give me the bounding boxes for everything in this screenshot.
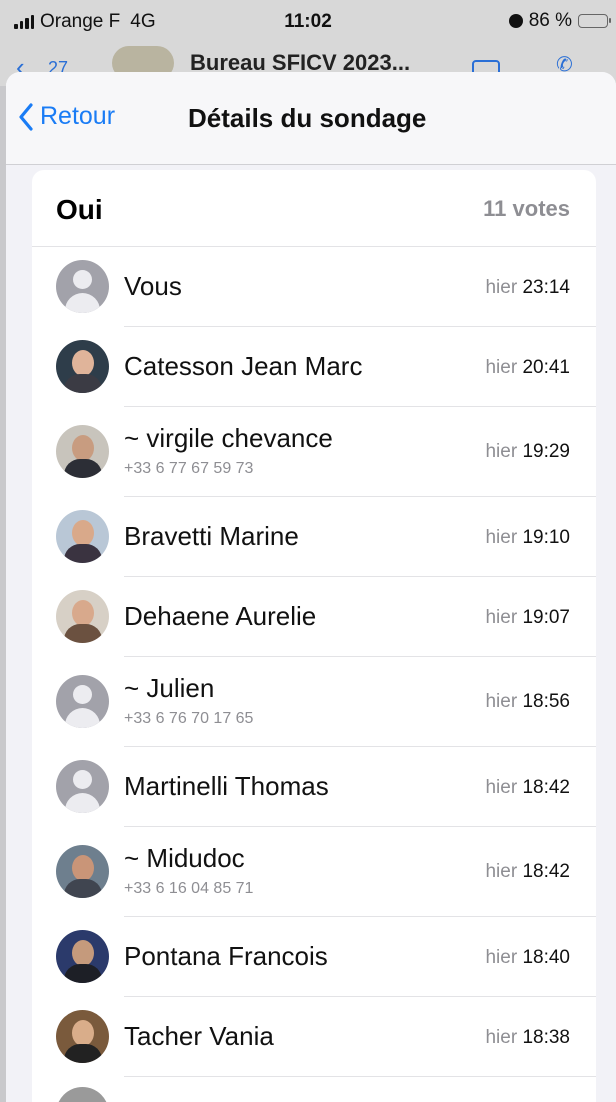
voter-row[interactable]: Catesson Jean Marc hier 20:41 [32, 327, 596, 407]
alarm-icon [508, 14, 523, 28]
voter-name: Vous [124, 271, 182, 301]
vote-day: hier [485, 861, 518, 882]
battery-icon [578, 14, 611, 28]
voter-name: ~ Julien [124, 673, 215, 703]
vote-day: hier [485, 277, 518, 298]
vote-time: hier 20:41 [485, 357, 570, 379]
vote-hour: 19:29 [522, 441, 570, 462]
avatar [56, 845, 109, 898]
vote-day: hier [485, 441, 518, 462]
poll-option-card: Oui 11 votes Vous hier 23:14 Catesson Je… [32, 170, 596, 1102]
avatar [56, 425, 109, 478]
avatar [56, 510, 109, 563]
chevron-left-icon [19, 102, 33, 131]
avatar [56, 340, 109, 393]
voter-phone: +33 6 77 67 59 73 [124, 460, 254, 477]
vote-hour: 18:42 [522, 777, 570, 798]
voter-phone: +33 6 16 04 85 71 [124, 880, 254, 897]
option-header: Oui 11 votes [32, 170, 596, 247]
voter-name: Pontana Francois [124, 941, 328, 971]
avatar-placeholder-icon [56, 675, 109, 728]
vote-hour: 23:14 [522, 277, 570, 298]
voter-name: Martinelli Thomas [124, 771, 329, 801]
voter-row[interactable]: Dehaene Aurelie hier 19:07 [32, 577, 596, 657]
vote-hour: 18:42 [522, 861, 570, 882]
avatar [56, 1087, 109, 1102]
vote-day: hier [485, 357, 518, 378]
vote-hour: 19:07 [522, 607, 570, 628]
avatar [56, 930, 109, 983]
voter-phone: +33 6 76 70 17 65 [124, 710, 254, 727]
voter-row[interactable]: Martinelli Thomas hier 18:42 [32, 747, 596, 827]
avatar [56, 590, 109, 643]
vote-day: hier [485, 777, 518, 798]
voter-row[interactable]: ~ virgile chevance +33 6 77 67 59 73 hie… [32, 407, 596, 497]
avatar-placeholder-icon [56, 760, 109, 813]
vote-time: hier 18:56 [485, 691, 570, 713]
voter-row[interactable]: Vous hier 23:14 [32, 247, 596, 327]
vote-time: hier 19:07 [485, 607, 570, 629]
vote-hour: 18:56 [522, 691, 570, 712]
vote-hour: 20:41 [522, 357, 570, 378]
avatar [56, 1010, 109, 1063]
voter-name: Catesson Jean Marc [124, 351, 363, 381]
battery-percent: 86 % [528, 10, 572, 31]
nav-bar: Retour Détails du sondage [6, 72, 616, 165]
voter-name: Bravetti Marine [124, 521, 299, 551]
back-label: Retour [40, 102, 116, 130]
vote-day: hier [485, 607, 518, 628]
vote-hour: 18:40 [522, 947, 570, 968]
vote-day: hier [485, 947, 518, 968]
voter-name: Tacher Vania [124, 1021, 274, 1051]
voter-row[interactable]: ~ Julien +33 6 76 70 17 65 hier 18:56 [32, 657, 596, 747]
vote-day: hier [485, 527, 518, 548]
back-button[interactable]: Retour [18, 102, 115, 131]
status-right: 86 % [508, 10, 611, 32]
vote-count: 11 votes [483, 196, 570, 221]
vote-hour: 19:10 [522, 527, 570, 548]
vote-time: hier 18:38 [485, 1027, 570, 1049]
voter-row[interactable]: ~ Midudoc +33 6 16 04 85 71 hier 18:42 [32, 827, 596, 917]
voter-row[interactable]: Pontana Francois hier 18:40 [32, 917, 596, 997]
voter-name: Dehaene Aurelie [124, 601, 317, 631]
voter-name: ~ Midudoc [124, 843, 245, 873]
vote-time: hier 18:42 [485, 861, 570, 883]
voter-row-partial[interactable] [32, 1077, 596, 1102]
vote-time: hier 18:40 [485, 947, 570, 969]
vote-hour: 18:38 [522, 1027, 570, 1048]
vote-time: hier 23:14 [485, 277, 570, 299]
vote-time: hier 18:42 [485, 777, 570, 799]
voter-row[interactable]: Tacher Vania hier 18:38 [32, 997, 596, 1077]
voter-row[interactable]: Bravetti Marine hier 19:10 [32, 497, 596, 577]
vote-day: hier [485, 691, 518, 712]
poll-details-sheet: Retour Détails du sondage Oui 11 votes V… [6, 72, 616, 1102]
vote-time: hier 19:10 [485, 527, 570, 549]
page-title: Détails du sondage [188, 103, 427, 133]
option-label: Oui [56, 194, 103, 225]
vote-day: hier [485, 1027, 518, 1048]
voter-name: ~ virgile chevance [124, 423, 333, 453]
avatar-placeholder-icon [56, 260, 109, 313]
vote-time: hier 19:29 [485, 441, 570, 463]
status-bar: Orange F 4G 11:02 86 % [0, 0, 616, 46]
